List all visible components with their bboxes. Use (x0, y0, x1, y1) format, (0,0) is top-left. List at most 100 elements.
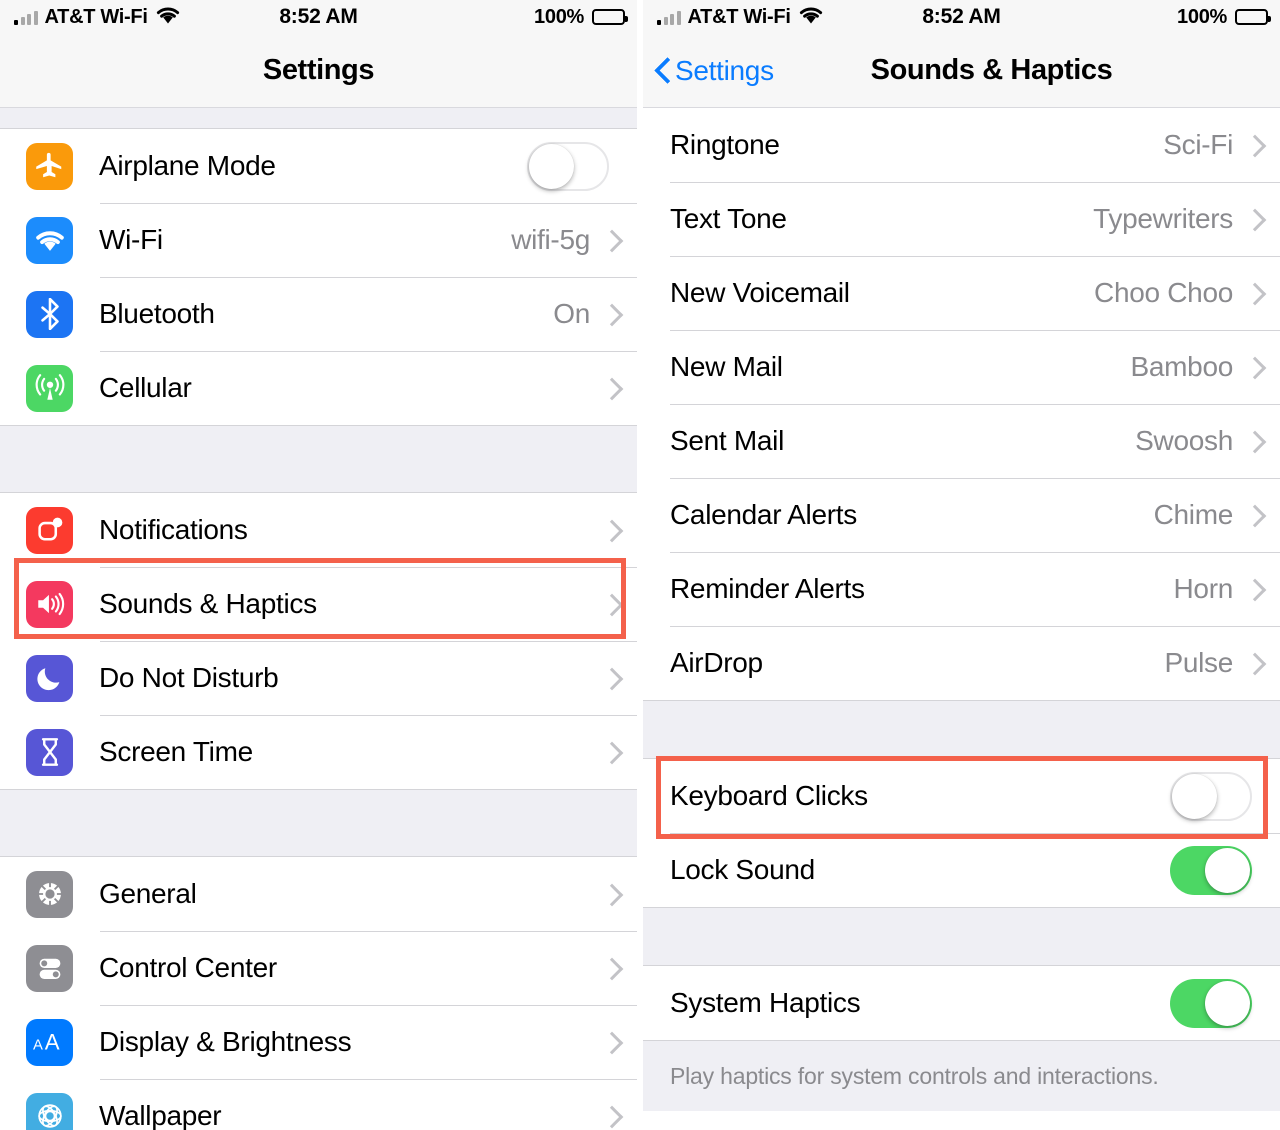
sounds-icon (26, 580, 73, 628)
settings-screen: AT&T Wi-Fi 8:52 AM 100% Settings Airplan… (0, 0, 637, 1130)
dual-screenshot-container: AT&T Wi-Fi 8:52 AM 100% Settings Airplan… (0, 0, 1280, 1130)
row-label: Wi-Fi (99, 224, 163, 255)
battery-icon (592, 9, 628, 25)
chevron-right-icon (604, 1106, 615, 1126)
row-label: Ringtone (670, 129, 780, 160)
chevron-right-icon (604, 230, 615, 250)
back-button[interactable]: Settings (655, 34, 774, 108)
row-sounds-and-haptics[interactable]: Sounds & Haptics (0, 567, 637, 641)
row-label: Sent Mail (670, 425, 785, 456)
wifi-icon (26, 216, 73, 264)
row-display-and-brightness[interactable]: AA Display & Brightness (0, 1005, 637, 1079)
row-bluetooth[interactable]: Bluetooth On (0, 277, 637, 351)
row-label: New Voicemail (670, 277, 850, 308)
svg-text:A: A (33, 1037, 43, 1053)
row-label: Text Tone (670, 203, 787, 234)
row-ringtone[interactable]: Ringtone Sci-Fi (643, 108, 1280, 182)
row-label: New Mail (670, 351, 783, 382)
battery-percent-label: 100% (534, 5, 584, 28)
row-sent-mail[interactable]: Sent Mail Swoosh (643, 404, 1280, 478)
row-label: Calendar Alerts (670, 499, 857, 530)
chevron-right-icon (1247, 209, 1258, 229)
chevron-right-icon (1247, 431, 1258, 451)
system-haptics-toggle[interactable] (1170, 978, 1252, 1028)
chevron-right-icon (604, 304, 615, 324)
row-cellular[interactable]: Cellular (0, 351, 637, 425)
row-general[interactable]: General (0, 857, 637, 931)
text-size-icon: AA (26, 1018, 73, 1066)
row-control-center[interactable]: Control Center (0, 931, 637, 1005)
row-label: Lock Sound (670, 854, 815, 885)
row-screen-time[interactable]: Screen Time (0, 715, 637, 789)
status-bar-right-cluster: 100% (1177, 0, 1271, 34)
airplane-icon (26, 142, 73, 190)
row-wallpaper[interactable]: Wallpaper (0, 1079, 637, 1130)
sounds-and-haptics-screen: AT&T Wi-Fi 8:52 AM 100% Settings Sounds … (643, 0, 1280, 1130)
group-spacer (0, 108, 637, 128)
row-lock-sound[interactable]: Lock Sound (643, 833, 1280, 907)
row-value: On (553, 298, 590, 329)
status-bar-right: AT&T Wi-Fi 8:52 AM 100% (643, 0, 1280, 34)
keyboard-clicks-toggle[interactable] (1170, 771, 1252, 821)
group-spacer (643, 908, 1280, 965)
row-value: Pulse (1164, 647, 1233, 678)
row-text-tone[interactable]: Text Tone Typewriters (643, 182, 1280, 256)
row-calendar-alerts[interactable]: Calendar Alerts Chime (643, 478, 1280, 552)
row-label: System Haptics (670, 987, 861, 1018)
chevron-right-icon (604, 378, 615, 398)
row-keyboard-clicks[interactable]: Keyboard Clicks (643, 759, 1280, 833)
row-label: Cellular (99, 372, 192, 403)
chevron-left-icon (655, 58, 670, 84)
chevron-right-icon (604, 958, 615, 978)
row-value: Choo Choo (1094, 277, 1233, 308)
row-do-not-disturb[interactable]: Do Not Disturb (0, 641, 637, 715)
row-notifications[interactable]: Notifications (0, 493, 637, 567)
chevron-right-icon (604, 1032, 615, 1052)
nav-bar-left: Settings (0, 34, 637, 108)
row-label: Do Not Disturb (99, 662, 279, 693)
chevron-right-icon (604, 594, 615, 614)
row-label: Sounds & Haptics (99, 588, 317, 619)
gear-icon (26, 870, 73, 918)
row-reminder-alerts[interactable]: Reminder Alerts Horn (643, 552, 1280, 626)
row-value: wifi-5g (511, 224, 590, 255)
row-label: Display & Brightness (99, 1026, 352, 1057)
row-label: Notifications (99, 514, 248, 545)
chevron-right-icon (1247, 283, 1258, 303)
back-button-label: Settings (675, 55, 774, 86)
row-value: Sci-Fi (1163, 129, 1233, 160)
row-label: Screen Time (99, 736, 253, 767)
haptics-footnote: Play haptics for system controls and int… (643, 1041, 1280, 1111)
chevron-right-icon (604, 520, 615, 540)
row-label: Bluetooth (99, 298, 215, 329)
battery-icon (1235, 9, 1271, 25)
row-new-mail[interactable]: New Mail Bamboo (643, 330, 1280, 404)
row-label: General (99, 878, 197, 909)
chevron-right-icon (1247, 357, 1258, 377)
chevron-right-icon (1247, 505, 1258, 525)
chevron-right-icon (1247, 579, 1258, 599)
row-value: Chime (1153, 499, 1234, 530)
row-airdrop[interactable]: AirDrop Pulse (643, 626, 1280, 700)
row-system-haptics[interactable]: System Haptics (643, 966, 1280, 1040)
notifications-icon (26, 506, 73, 554)
chevron-right-icon (1247, 135, 1258, 155)
page-title: Sounds & Haptics (870, 54, 1113, 86)
row-label: Keyboard Clicks (670, 780, 868, 811)
keyboard-lock-group: Keyboard Clicks Lock Sound (643, 758, 1280, 908)
row-airplane-mode[interactable]: Airplane Mode (0, 129, 637, 203)
chevron-right-icon (604, 884, 615, 904)
moon-icon (26, 654, 73, 702)
row-wifi[interactable]: Wi-Fi wifi-5g (0, 203, 637, 277)
row-value: Horn (1173, 573, 1234, 604)
row-new-voicemail[interactable]: New Voicemail Choo Choo (643, 256, 1280, 330)
status-bar-right-cluster: 100% (534, 0, 628, 34)
status-bar-left: AT&T Wi-Fi 8:52 AM 100% (0, 0, 637, 34)
lock-sound-toggle[interactable] (1170, 845, 1252, 895)
row-label: Airplane Mode (99, 150, 276, 181)
airplane-mode-toggle[interactable] (527, 141, 609, 191)
cellular-icon (26, 364, 73, 412)
settings-group-connectivity: Airplane Mode Wi-Fi wifi-5g Bluetooth On (0, 128, 637, 426)
row-label: AirDrop (670, 647, 763, 678)
chevron-right-icon (604, 668, 615, 688)
